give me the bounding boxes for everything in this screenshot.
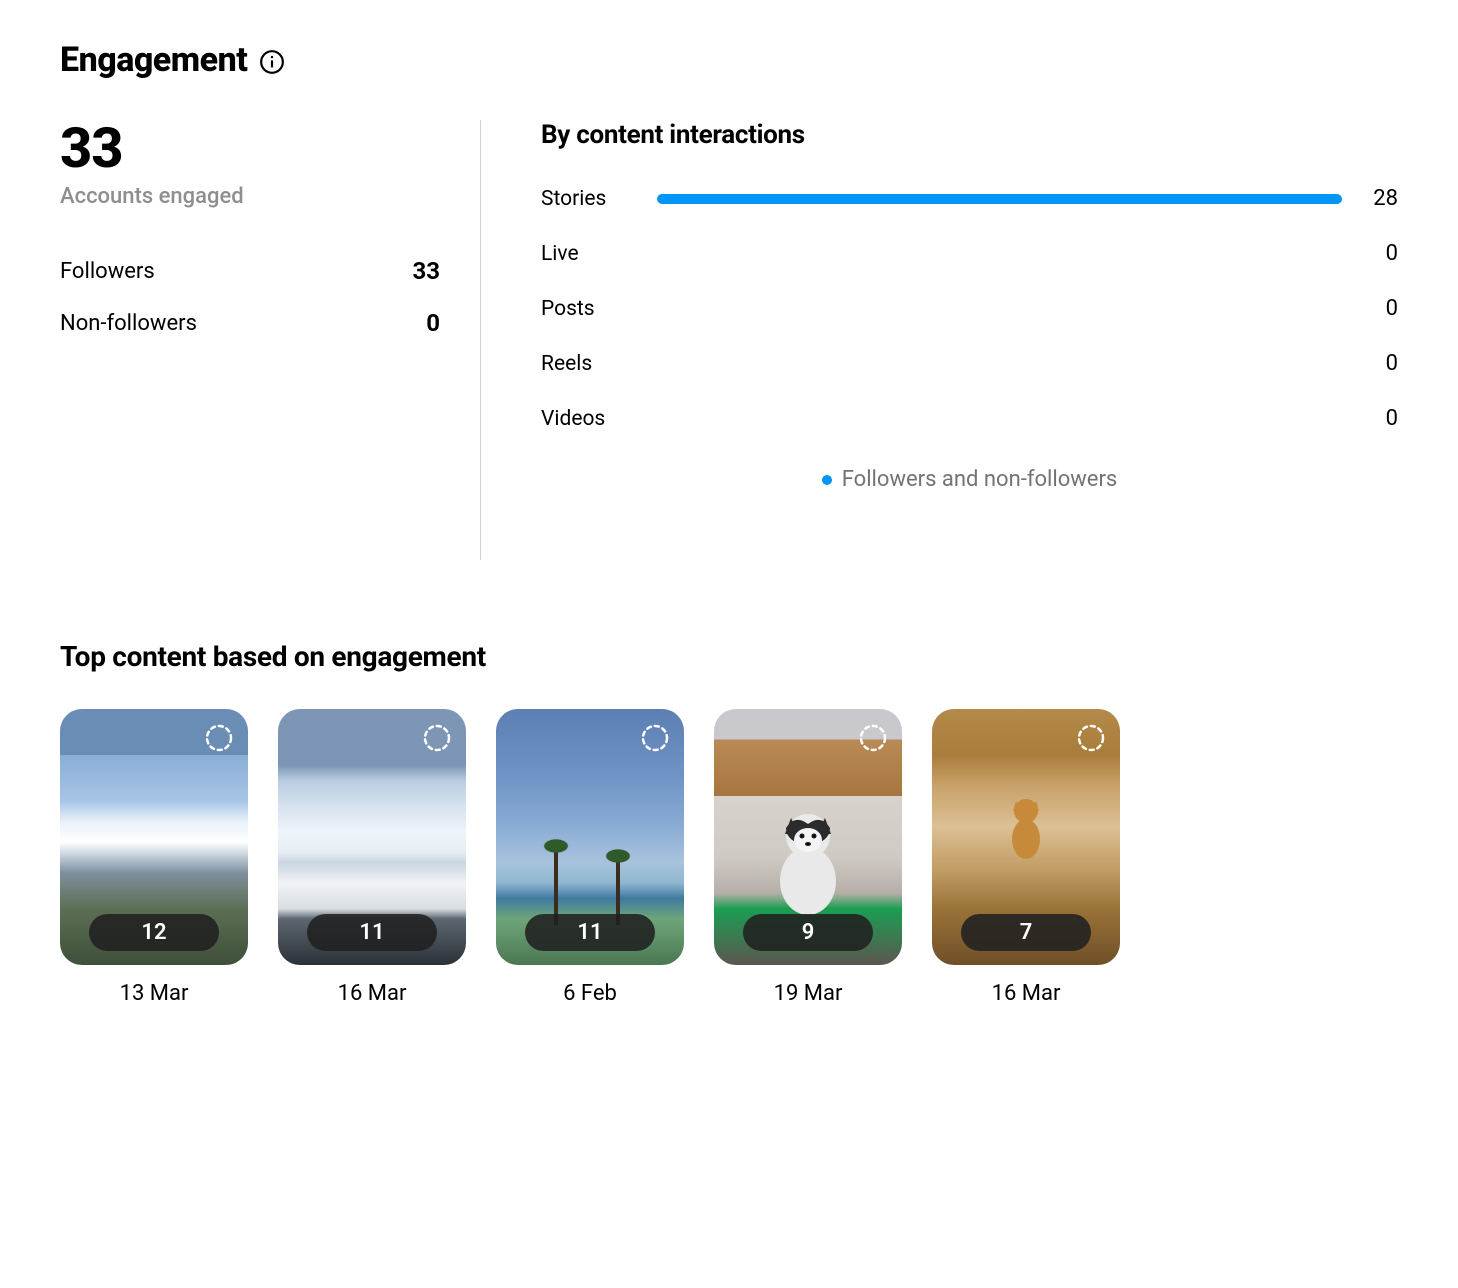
content-interactions-title: By content interactions (541, 120, 1398, 150)
top-content-title: Top content based on engagement (60, 640, 1398, 673)
interaction-bar-track (657, 249, 1342, 259)
thumb-date: 16 Mar (992, 981, 1061, 1006)
legend-dot-icon (822, 475, 832, 485)
content-thumb-wrap: 11 16 Mar (278, 709, 466, 1006)
thumb-count-pill: 9 (743, 914, 873, 951)
interaction-bar-label: Posts (541, 297, 641, 321)
thumb-date: 6 Feb (563, 981, 617, 1006)
thumb-count-pill: 7 (961, 914, 1091, 951)
interaction-bar-track (657, 414, 1342, 424)
accounts-engaged-value: 33 (60, 120, 440, 176)
interaction-bar-label: Videos (541, 407, 641, 431)
thumb-date: 13 Mar (120, 981, 189, 1006)
thumb-date: 16 Mar (338, 981, 407, 1006)
content-thumb-wrap: 9 19 Mar (714, 709, 902, 1006)
page-title: Engagement (60, 40, 247, 80)
content-thumb[interactable]: 12 (60, 709, 248, 965)
stat-label: Followers (60, 259, 155, 284)
interaction-bar-track (657, 359, 1342, 369)
info-icon[interactable] (259, 49, 285, 75)
interaction-bar-value: 0 (1358, 241, 1398, 266)
interaction-bar-label: Stories (541, 187, 641, 211)
interaction-bar-value: 0 (1358, 296, 1398, 321)
thumb-count-pill: 11 (307, 914, 437, 951)
stat-value: 33 (412, 257, 440, 285)
interaction-bar-row: Stories 28 (541, 186, 1398, 211)
thumb-count-pill: 12 (89, 914, 219, 951)
content-thumb-wrap: 12 13 Mar (60, 709, 248, 1006)
story-ring-icon (1076, 723, 1106, 757)
interaction-bar-row: Videos 0 (541, 406, 1398, 431)
interaction-bar-track (657, 304, 1342, 314)
interaction-bar-fill (657, 194, 1342, 204)
thumb-date: 19 Mar (774, 981, 843, 1006)
interaction-bar-label: Live (541, 242, 641, 266)
story-ring-icon (204, 723, 234, 757)
engagement-summary-panel: 33 Accounts engaged Followers 33 Non-follo… (60, 120, 480, 560)
stat-row: Followers 33 (60, 257, 440, 285)
legend-text: Followers and non-followers (842, 467, 1118, 492)
interaction-bar-value: 0 (1358, 406, 1398, 431)
story-ring-icon (422, 723, 452, 757)
stat-label: Non-followers (60, 311, 197, 336)
content-thumb[interactable]: 9 (714, 709, 902, 965)
interaction-bar-value: 28 (1358, 186, 1398, 211)
interaction-bar-row: Posts 0 (541, 296, 1398, 321)
content-thumb-wrap: 7 16 Mar (932, 709, 1120, 1006)
interaction-bar-row: Live 0 (541, 241, 1398, 266)
content-interactions-panel: By content interactions Stories28Live0Po… (481, 120, 1398, 560)
story-ring-icon (858, 723, 888, 757)
interaction-bar-label: Reels (541, 352, 641, 376)
thumb-count-pill: 11 (525, 914, 655, 951)
interaction-bar-track (657, 194, 1342, 204)
content-thumb[interactable]: 11 (278, 709, 466, 965)
interaction-bar-row: Reels 0 (541, 351, 1398, 376)
content-thumb-wrap: 11 6 Feb (496, 709, 684, 1006)
accounts-engaged-label: Accounts engaged (60, 184, 440, 209)
story-ring-icon (640, 723, 670, 757)
content-thumb[interactable]: 7 (932, 709, 1120, 965)
stat-value: 0 (426, 309, 440, 337)
interaction-bar-value: 0 (1358, 351, 1398, 376)
content-thumb[interactable]: 11 (496, 709, 684, 965)
stat-row: Non-followers 0 (60, 309, 440, 337)
